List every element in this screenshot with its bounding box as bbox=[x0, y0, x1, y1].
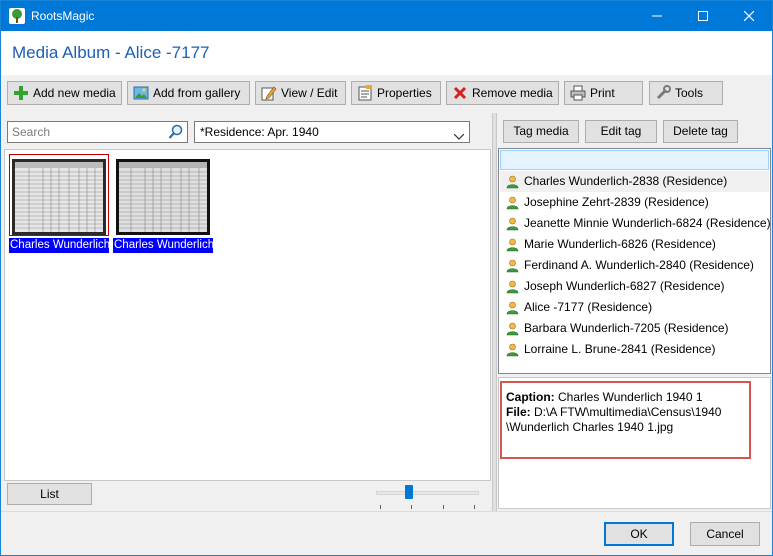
thumbnail-caption: Charles Wunderlich 1940 1 bbox=[9, 238, 109, 253]
edit-pencil-icon bbox=[261, 85, 277, 101]
file-label: File: bbox=[506, 405, 531, 419]
plus-icon bbox=[13, 85, 29, 101]
remove-media-label: Remove media bbox=[472, 86, 553, 100]
wrench-icon bbox=[655, 85, 671, 101]
slider-track bbox=[376, 491, 479, 495]
title-bar[interactable]: RootsMagic bbox=[1, 1, 772, 31]
minimize-button[interactable] bbox=[634, 1, 680, 31]
ok-button[interactable]: OK bbox=[604, 522, 674, 546]
cancel-button[interactable]: Cancel bbox=[690, 522, 760, 546]
heading-area: Media Album - Alice -7177 bbox=[1, 31, 772, 75]
tag-media-button[interactable]: Tag media bbox=[503, 120, 579, 143]
view-edit-button[interactable]: View / Edit bbox=[255, 81, 346, 105]
media-filter-value: *Residence: Apr. 1940 bbox=[200, 125, 319, 139]
media-panel: *Residence: Apr. 1940 bbox=[1, 113, 492, 511]
toolbar: Add new media Add from gallery View / Ed… bbox=[1, 75, 772, 113]
caption-label: Caption: bbox=[506, 390, 555, 404]
caption-value: Charles Wunderlich 1940 1 bbox=[558, 390, 703, 404]
tools-label: Tools bbox=[675, 86, 704, 100]
slider-thumb[interactable] bbox=[405, 485, 413, 499]
print-button[interactable]: Print bbox=[564, 81, 643, 105]
tag-list-item[interactable]: Barbara Wunderlich-7205 (Residence) bbox=[500, 318, 769, 339]
view-edit-label: View / Edit bbox=[281, 86, 338, 100]
media-info-panel: Caption: Charles Wunderlich 1940 1 File:… bbox=[498, 377, 771, 509]
print-label: Print bbox=[590, 86, 615, 100]
tag-list-item[interactable]: Joseph Wunderlich-6827 (Residence) bbox=[500, 276, 769, 297]
add-from-gallery-label: Add from gallery bbox=[153, 86, 241, 100]
tools-button[interactable]: Tools bbox=[649, 81, 723, 105]
page-title: Media Album - Alice -7177 bbox=[12, 43, 210, 62]
slider-tick bbox=[411, 505, 412, 509]
tag-list-item[interactable]: Ferdinand A. Wunderlich-2840 (Residence) bbox=[500, 255, 769, 276]
close-button[interactable] bbox=[726, 1, 772, 31]
picture-icon bbox=[133, 85, 149, 101]
tag-list-item-label: Alice -7177 (Residence) bbox=[524, 300, 653, 314]
tag-list-item-label: Josephine Zehrt-2839 (Residence) bbox=[524, 195, 709, 209]
media-album-window: RootsMagic Media Album - Alice -7177 Add… bbox=[0, 0, 773, 556]
slider-tick bbox=[474, 505, 475, 509]
tag-list-item-label: Marie Wunderlich-6826 (Residence) bbox=[524, 237, 716, 251]
search-box[interactable] bbox=[7, 121, 188, 143]
tag-list-item-label: Joseph Wunderlich-6827 (Residence) bbox=[524, 279, 725, 293]
census-document-image bbox=[116, 159, 210, 235]
red-x-icon bbox=[452, 85, 468, 101]
tag-list-item-label: Jeanette Minnie Wunderlich-6824 (Residen… bbox=[524, 216, 771, 230]
tag-list-item[interactable]: Charles Wunderlich-2838 (Residence) bbox=[500, 171, 769, 192]
maximize-button[interactable] bbox=[680, 1, 726, 31]
properties-button[interactable]: Properties bbox=[351, 81, 441, 105]
media-filter-dropdown[interactable]: *Residence: Apr. 1940 bbox=[194, 121, 470, 143]
thumbnail-size-slider[interactable] bbox=[376, 485, 479, 509]
dialog-footer: OK Cancel bbox=[1, 511, 772, 555]
thumbnail-frame bbox=[113, 154, 213, 236]
tag-list-item[interactable]: Jeanette Minnie Wunderlich-6824 (Residen… bbox=[500, 213, 771, 234]
properties-label: Properties bbox=[377, 86, 432, 100]
file-path-line1: D:\A FTW\multimedia\Census\1940 bbox=[534, 405, 722, 419]
tag-list-item-label: Charles Wunderlich-2838 (Residence) bbox=[524, 174, 728, 188]
thumbnail-frame bbox=[9, 154, 109, 236]
tag-list-item[interactable]: Lorraine L. Brune-2841 (Residence) bbox=[500, 339, 769, 360]
tag-list-item-label: Lorraine L. Brune-2841 (Residence) bbox=[524, 342, 716, 356]
tag-list[interactable]: Charles Wunderlich-2838 (Residence) Josep… bbox=[498, 148, 771, 374]
printer-icon bbox=[570, 85, 586, 101]
tag-list-item-label: Barbara Wunderlich-7205 (Residence) bbox=[524, 321, 729, 335]
chevron-down-icon bbox=[453, 129, 465, 143]
person-icon bbox=[506, 343, 519, 364]
media-info-text: Caption: Charles Wunderlich 1940 1 File:… bbox=[506, 390, 746, 435]
media-thumbnail[interactable]: Charles Wunderlich 1940 1 bbox=[9, 154, 109, 254]
add-from-gallery-button[interactable]: Add from gallery bbox=[127, 81, 250, 105]
tag-list-filter-row[interactable] bbox=[500, 150, 769, 170]
tag-panel: Tag media Edit tag Delete tag Charles Wu… bbox=[497, 113, 772, 511]
add-new-media-label: Add new media bbox=[33, 86, 116, 100]
media-gallery[interactable]: Charles Wunderlich 1940 1 bbox=[4, 149, 491, 481]
media-thumbnail[interactable]: Charles Wunderlich 1940 2 bbox=[113, 154, 213, 254]
census-document-image bbox=[12, 159, 106, 235]
tag-list-item[interactable]: Josephine Zehrt-2839 (Residence) bbox=[500, 192, 769, 213]
tag-list-item-label: Ferdinand A. Wunderlich-2840 (Residence) bbox=[524, 258, 754, 272]
edit-tag-button[interactable]: Edit tag bbox=[585, 120, 657, 143]
file-path-line2: \Wunderlich Charles 1940 1.jpg bbox=[506, 420, 674, 434]
add-new-media-button[interactable]: Add new media bbox=[7, 81, 122, 105]
slider-tick bbox=[380, 505, 381, 509]
tag-list-item[interactable]: Marie Wunderlich-6826 (Residence) bbox=[500, 234, 769, 255]
properties-icon bbox=[357, 85, 373, 101]
window-title: RootsMagic bbox=[31, 9, 95, 23]
delete-tag-button[interactable]: Delete tag bbox=[663, 120, 738, 143]
remove-media-button[interactable]: Remove media bbox=[446, 81, 559, 105]
tag-list-item[interactable]: Alice -7177 (Residence) bbox=[500, 297, 769, 318]
slider-tick bbox=[443, 505, 444, 509]
thumbnail-caption: Charles Wunderlich 1940 2 bbox=[113, 238, 213, 253]
list-view-button[interactable]: List bbox=[7, 483, 92, 505]
rootsmagic-logo-icon bbox=[9, 8, 25, 24]
search-input[interactable] bbox=[8, 122, 166, 142]
search-icon[interactable] bbox=[168, 124, 184, 143]
